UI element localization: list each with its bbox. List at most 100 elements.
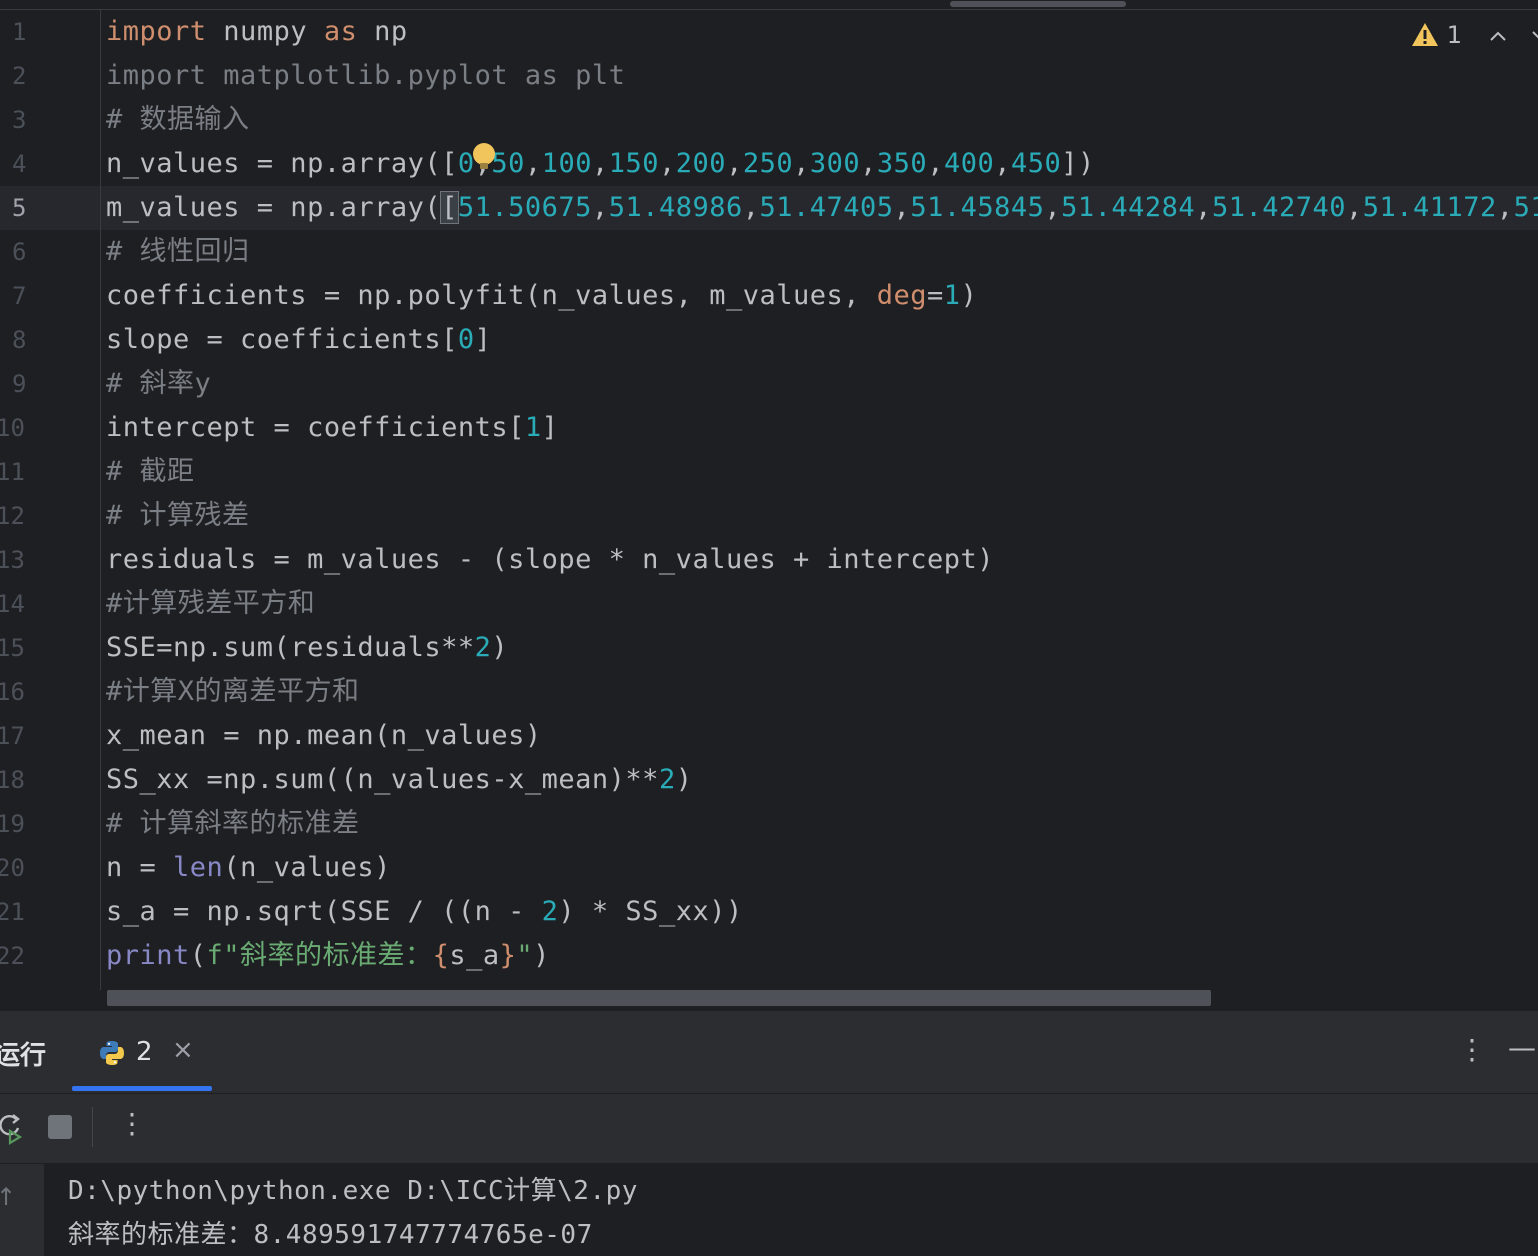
code-token: , bbox=[726, 148, 743, 179]
top-scrollbar[interactable] bbox=[0, 0, 1538, 10]
code-token: 51.396 bbox=[1513, 192, 1538, 223]
code-token: 51.44284 bbox=[1061, 192, 1196, 223]
code-line[interactable]: x_mean = np.mean(n_values) bbox=[106, 714, 542, 758]
line-number-gutter[interactable]: 1 2 3 4 5 6 7 8 9 10 11 12 13 14 15 16 17 18 19 20 21 22 bbox=[0, 10, 101, 990]
code-token: import matplotlib.pyplot as plt bbox=[106, 60, 626, 91]
code-token: 0 bbox=[457, 324, 475, 355]
code-line[interactable]: # 斜率y bbox=[106, 362, 211, 406]
code-token: import bbox=[106, 16, 207, 47]
code-line[interactable]: # 截距 bbox=[106, 450, 195, 494]
stop-icon[interactable] bbox=[48, 1115, 72, 1139]
code-line[interactable]: # 计算残差 bbox=[106, 494, 250, 538]
toolbar-separator bbox=[92, 1107, 93, 1147]
code-token: , bbox=[524, 148, 542, 179]
code-token: intercept = coefficients[ bbox=[106, 412, 525, 443]
code-token: 350 bbox=[876, 148, 928, 179]
code-token: , bbox=[1044, 192, 1062, 223]
code-token: , bbox=[591, 148, 609, 179]
line-number[interactable]: 11 bbox=[0, 450, 32, 494]
code-line[interactable]: m_values = np.array([51.50675,51.48986,5… bbox=[106, 186, 1538, 230]
code-line[interactable]: # 计算斜率的标准差 bbox=[106, 802, 360, 846]
line-number[interactable]: 18 bbox=[0, 758, 32, 802]
arrow-up-icon[interactable]: ↑ bbox=[0, 1183, 16, 1211]
code-line[interactable]: s_a = np.sqrt(SSE / ((n - 2) * SS_xx)) bbox=[106, 890, 743, 934]
inspection-widget[interactable]: 1 bbox=[1411, 18, 1538, 52]
minimize-button[interactable]: — bbox=[1508, 1031, 1536, 1064]
code-editor[interactable]: 1 2 3 4 5 6 7 8 9 10 11 12 13 14 15 16 17 18 19 20 21 22 impo… bbox=[0, 0, 1538, 1010]
code-token: # 计算斜率的标准差 bbox=[106, 808, 360, 839]
code-line[interactable]: residuals = m_values - (slope * n_values… bbox=[106, 538, 994, 582]
line-number[interactable]: 9 bbox=[12, 362, 48, 406]
code-token: [ bbox=[440, 191, 459, 224]
code-token: print bbox=[106, 940, 190, 971]
code-token: # 截距 bbox=[106, 456, 195, 487]
code-line[interactable]: n = len(n_values) bbox=[106, 846, 391, 890]
console-gutter: ↑ bbox=[0, 1163, 45, 1256]
code-token: numpy bbox=[206, 16, 324, 47]
code-line[interactable]: import numpy as np bbox=[106, 10, 408, 54]
code-token: 1 bbox=[943, 280, 961, 311]
line-number[interactable]: 4 bbox=[12, 142, 48, 186]
code-line[interactable]: print(f"斜率的标准差：{s_a}") bbox=[106, 934, 550, 978]
line-number[interactable]: 2 bbox=[12, 54, 48, 98]
code-token: s_a = np.sqrt(SSE / ((n - bbox=[106, 896, 542, 927]
console-output[interactable]: D:\python\python.exe D:\ICC计算\2.py 斜率的标准… bbox=[44, 1163, 1538, 1256]
run-header: 运行 2 × ⋮ — bbox=[0, 1011, 1538, 1094]
code-token: 450 bbox=[1011, 148, 1062, 179]
code-line[interactable]: n_values = np.array([0,50,100,150,200,25… bbox=[106, 142, 1095, 186]
code-token: #计算X的离差平方和 bbox=[106, 676, 360, 707]
code-line[interactable]: SS_xx =np.sum((n_values-x_mean)**2) bbox=[106, 758, 692, 802]
lightbulb-icon[interactable] bbox=[473, 143, 495, 169]
top-scrollbar-thumb[interactable] bbox=[950, 1, 1126, 7]
code-token: , bbox=[1345, 192, 1363, 223]
line-number[interactable]: 21 bbox=[0, 890, 32, 934]
code-token: = bbox=[927, 280, 944, 311]
more-options-button[interactable]: ⋮ bbox=[1458, 1033, 1486, 1066]
code-line[interactable]: coefficients = np.polyfit(n_values, m_va… bbox=[106, 274, 977, 318]
code-token: 51.50675 bbox=[457, 192, 592, 223]
code-line[interactable]: # 线性回归 bbox=[106, 230, 250, 274]
code-token: 150 bbox=[608, 148, 660, 179]
code-token: # 线性回归 bbox=[106, 236, 250, 267]
line-number[interactable]: 8 bbox=[12, 318, 48, 362]
toolbar-more-button[interactable]: ⋮ bbox=[118, 1107, 146, 1140]
chevron-up-icon bbox=[1490, 31, 1506, 41]
code-token: , bbox=[927, 148, 944, 179]
code-token: , bbox=[893, 192, 911, 223]
line-number[interactable]: 16 bbox=[0, 670, 32, 714]
line-number[interactable]: 6 bbox=[12, 230, 48, 274]
line-number[interactable]: 20 bbox=[0, 846, 32, 890]
code-line[interactable]: import matplotlib.pyplot as plt bbox=[106, 54, 625, 98]
code-line[interactable]: intercept = coefficients[1] bbox=[106, 406, 558, 450]
line-number[interactable]: 10 bbox=[0, 406, 32, 450]
prev-highlight-button[interactable] bbox=[1488, 21, 1508, 49]
horizontal-scrollbar[interactable] bbox=[107, 990, 1211, 1006]
code-line[interactable]: slope = coefficients[0] bbox=[106, 318, 491, 362]
console-line: 斜率的标准差：8.489591747774765e-07 bbox=[68, 1220, 593, 1250]
code-line[interactable]: # 数据输入 bbox=[106, 98, 250, 142]
tab-run-config[interactable]: 2 × bbox=[72, 1011, 212, 1093]
line-number[interactable]: 12 bbox=[0, 494, 32, 538]
line-number[interactable]: 19 bbox=[0, 802, 32, 846]
line-number[interactable]: 13 bbox=[0, 538, 32, 582]
code-line[interactable]: #计算残差平方和 bbox=[106, 582, 315, 626]
line-number[interactable]: 1 bbox=[12, 10, 48, 54]
line-number[interactable]: 3 bbox=[12, 98, 48, 142]
code-token: } bbox=[499, 940, 517, 971]
code-line[interactable]: SSE=np.sum(residuals**2) bbox=[106, 626, 508, 670]
code-line[interactable]: #计算X的离差平方和 bbox=[106, 670, 360, 714]
line-number[interactable]: 15 bbox=[0, 626, 32, 670]
code-token: # 斜率y bbox=[106, 368, 212, 399]
line-number[interactable]: 22 bbox=[0, 934, 32, 978]
line-number[interactable]: 5 bbox=[12, 186, 48, 230]
close-tab-button[interactable]: × bbox=[172, 1035, 194, 1065]
next-highlight-button[interactable] bbox=[1530, 21, 1538, 49]
code-token: " bbox=[516, 940, 534, 971]
rerun-icon[interactable] bbox=[0, 1111, 26, 1145]
line-number[interactable]: 7 bbox=[12, 274, 48, 318]
line-number[interactable]: 14 bbox=[0, 582, 32, 626]
line-number[interactable]: 17 bbox=[0, 714, 32, 758]
code-token: , bbox=[591, 192, 609, 223]
python-icon bbox=[100, 1041, 124, 1065]
code-token: np bbox=[357, 16, 408, 47]
